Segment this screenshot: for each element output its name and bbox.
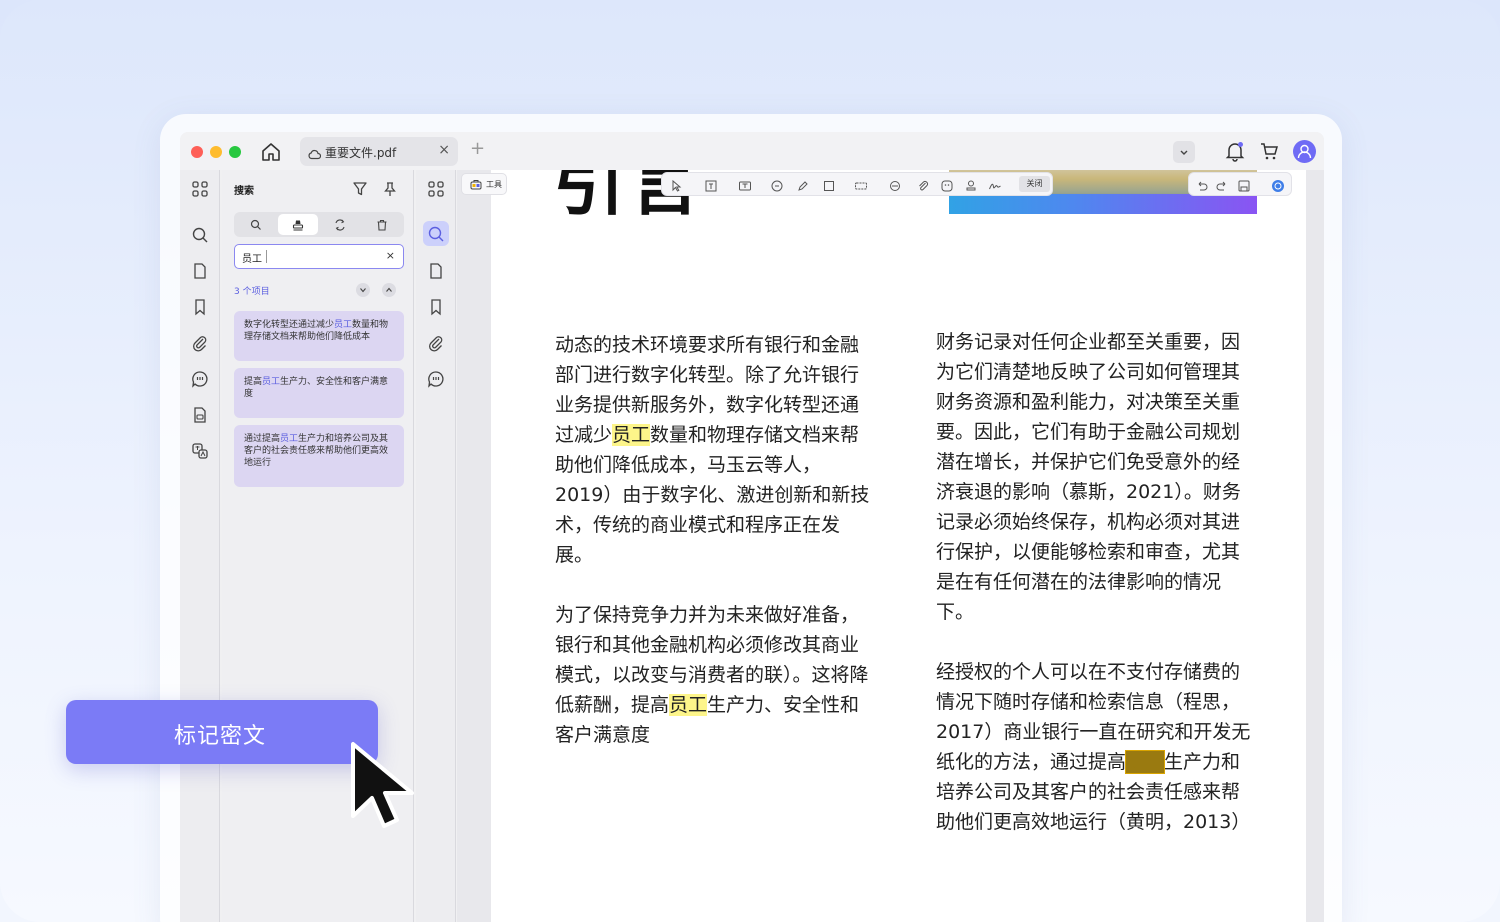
bookmark-icon[interactable] [427, 298, 445, 316]
mark-redaction-button[interactable]: 标记密文 [66, 700, 378, 764]
redact-mode-button[interactable] [278, 214, 318, 235]
result-match: 员工 [280, 434, 299, 444]
search-result-item[interactable]: 提高员工生产力、安全性和客户满意度 [234, 368, 404, 418]
ai-assistant-icon[interactable] [1271, 178, 1285, 192]
filter-icon[interactable] [352, 181, 368, 201]
text-box-icon[interactable] [704, 178, 718, 192]
paragraph: 动态的技术环境要求所有银行和金融部门进行数字化转型。除了允许银行业务提供新服务外… [555, 330, 873, 570]
stamp-area-icon[interactable] [854, 178, 868, 192]
previous-result-button[interactable] [382, 283, 396, 297]
left-column: 动态的技术环境要求所有银行和金融部门进行数字化转型。除了允许银行业务提供新服务外… [555, 330, 873, 780]
search-icon[interactable] [427, 225, 445, 243]
search-highlight[interactable]: 员工 [669, 694, 708, 716]
document-viewer: 引言 动态的技术环境要求所有银行和金融部门进行数字化转型。除了允许银行业务提供新… [457, 170, 1324, 922]
bookmark-icon[interactable] [191, 298, 209, 316]
tools-button[interactable]: 工具 [461, 173, 507, 195]
measure-icon[interactable] [888, 178, 902, 192]
trash-icon [377, 219, 387, 231]
redaction-mark[interactable]: 员工 [1125, 750, 1166, 774]
search-highlight[interactable]: 员工 [612, 424, 651, 446]
paragraph: 经授权的个人可以在不支付存储费的情况下随时存储和检索信息（程思，2017）商业银… [936, 657, 1254, 837]
left-sidebar [180, 170, 220, 922]
avatar-icon[interactable] [1293, 140, 1316, 163]
attachment-icon[interactable] [916, 178, 930, 192]
close-window-button[interactable] [191, 146, 203, 158]
mark-redaction-label: 标记密文 [174, 724, 267, 749]
chevron-down-icon [1180, 150, 1188, 155]
sticker-icon[interactable] [940, 178, 954, 192]
undo-icon[interactable] [1195, 178, 1209, 192]
annotation-toolbar: 关闭 [661, 172, 1053, 196]
comment-icon[interactable] [427, 370, 445, 388]
search-input[interactable]: 员工 × [234, 244, 404, 269]
shape-icon[interactable] [822, 178, 836, 192]
tools-label: 工具 [486, 180, 502, 189]
pin-icon[interactable] [382, 181, 398, 201]
result-text: 提高 [244, 377, 263, 387]
close-toolbar-button[interactable]: 关闭 [1019, 176, 1050, 192]
clear-search-button[interactable]: × [386, 249, 395, 262]
document-tab[interactable]: 重要文件.pdf × [300, 137, 458, 166]
pdf-page: 引言 动态的技术环境要求所有银行和金融部门进行数字化转型。除了允许银行业务提供新… [491, 170, 1306, 922]
minimize-window-button[interactable] [210, 146, 222, 158]
search-result-item[interactable]: 数字化转型还通过减少员工数量和物理存储文档来帮助他们降低成本 [234, 311, 404, 361]
comment-icon[interactable] [191, 370, 209, 388]
search-panel-title: 搜索 [234, 186, 254, 197]
translate-icon[interactable] [191, 442, 209, 460]
attachment-icon[interactable] [191, 334, 209, 352]
replace-icon [335, 219, 345, 231]
toolbox-icon [470, 180, 482, 190]
chevron-up-icon [386, 287, 392, 292]
highlighter-icon[interactable] [796, 178, 810, 192]
cloud-icon [308, 145, 322, 164]
next-result-button[interactable] [356, 283, 370, 297]
cursor-select-icon[interactable] [670, 178, 684, 192]
result-text: 数字化转型还通过减少 [244, 320, 335, 330]
result-match: 员工 [334, 320, 353, 330]
search-mode-selector [234, 212, 404, 237]
replace-mode-button[interactable] [320, 214, 360, 235]
tab-label: 重要文件.pdf [325, 146, 397, 160]
result-count: 3 个项目 [234, 287, 270, 297]
redo-icon[interactable] [1215, 178, 1229, 192]
header-image-strip [949, 194, 1257, 214]
history-toolbar [1188, 172, 1292, 196]
right-column: 财务记录对任何企业都至关重要，因为它们清楚地反映了公司如何管理其财务资源和盈利能… [936, 327, 1254, 867]
tabs-dropdown-button[interactable] [1173, 141, 1195, 163]
search-query: 员工 [242, 254, 262, 265]
delete-mode-button[interactable] [362, 214, 402, 235]
thumbnails-icon[interactable] [191, 180, 209, 198]
comment-icon[interactable] [770, 178, 784, 192]
new-tab-button[interactable]: + [470, 138, 485, 159]
title-bar: 重要文件.pdf × + [180, 132, 1324, 170]
save-icon[interactable] [1237, 178, 1251, 192]
signature-icon[interactable] [988, 178, 1002, 192]
search-result-item[interactable]: 通过提高员工生产力和培养公司及其客户的社会责任感来帮助他们更高效地运行 [234, 425, 404, 487]
cart-icon[interactable] [1259, 141, 1279, 165]
result-text: 通过提高 [244, 434, 281, 444]
text-caret [266, 250, 267, 263]
page-icon[interactable] [427, 262, 445, 280]
paragraph: 为了保持竞争力并为未来做好准备，银行和其他金融机构必须修改其商业模式，以改变与消… [555, 600, 873, 750]
page-icon[interactable] [191, 262, 209, 280]
result-match: 员工 [262, 377, 281, 387]
stamp-icon[interactable] [964, 178, 978, 192]
text-field-icon[interactable] [738, 178, 752, 192]
search-icon[interactable] [191, 226, 209, 244]
tab-close-button[interactable]: × [438, 142, 450, 158]
thumbnails-icon[interactable] [427, 180, 445, 198]
paragraph: 财务记录对任何企业都至关重要，因为它们清楚地反映了公司如何管理其财务资源和盈利能… [936, 331, 1241, 623]
search-mode-button[interactable] [236, 214, 276, 235]
home-icon[interactable] [260, 141, 282, 163]
search-icon [250, 219, 261, 230]
form-icon[interactable] [191, 406, 209, 424]
cursor-icon [351, 742, 414, 828]
bell-icon[interactable] [1225, 140, 1245, 166]
zoom-window-button[interactable] [229, 146, 241, 158]
attachment-icon[interactable] [427, 334, 445, 352]
chevron-down-icon [360, 288, 366, 293]
redact-icon [292, 220, 304, 231]
